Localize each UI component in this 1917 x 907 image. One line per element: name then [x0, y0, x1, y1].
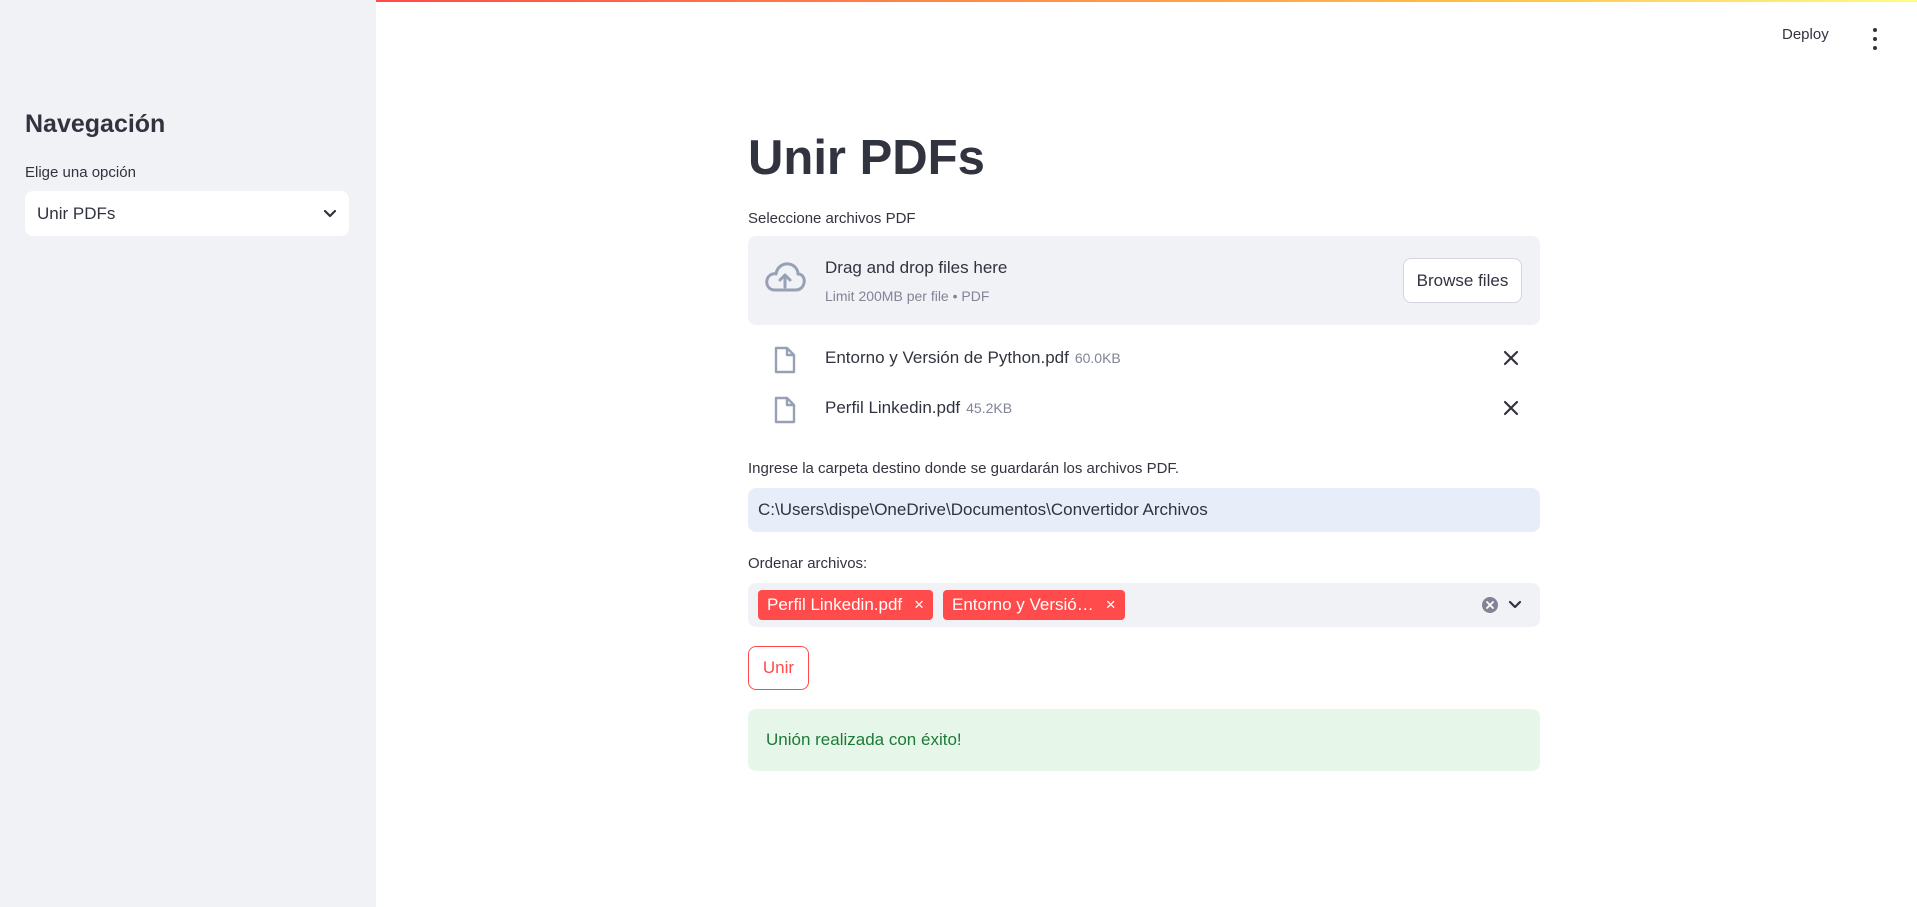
dropzone-limit: Limit 200MB per file • PDF — [825, 288, 990, 304]
option-select[interactable]: Unir PDFs — [25, 191, 349, 236]
select-label: Elige una opción — [25, 164, 136, 181]
file-icon — [774, 346, 796, 379]
file-size: 45.2KB — [966, 400, 1013, 416]
folder-path-input[interactable] — [748, 488, 1540, 532]
order-tag-label: Entorno y Versió… — [952, 595, 1094, 614]
uploaded-file-name: Entorno y Versión de Python.pdf 60.0KB — [825, 348, 1121, 368]
sidebar-title: Navegación — [25, 110, 166, 138]
close-icon[interactable] — [1503, 400, 1519, 421]
close-icon[interactable] — [1503, 350, 1519, 371]
file-name-text: Entorno y Versión de Python.pdf — [825, 348, 1069, 367]
uploader-label: Seleccione archivos PDF — [748, 210, 916, 227]
order-label: Ordenar archivos: — [748, 555, 868, 572]
deploy-button[interactable]: Deploy — [1782, 26, 1829, 43]
uploaded-file-row: Perfil Linkedin.pdf 45.2KB — [748, 392, 1540, 428]
unir-button[interactable]: Unir — [748, 646, 809, 690]
file-icon — [774, 396, 796, 429]
tag-remove-button[interactable]: × — [914, 595, 924, 615]
dropzone-title: Drag and drop files here — [825, 258, 1008, 277]
chevron-down-icon[interactable] — [1508, 597, 1522, 615]
file-size: 60.0KB — [1074, 350, 1121, 366]
page-title: Unir PDFs — [748, 131, 985, 185]
tag-remove-button[interactable]: × — [1106, 595, 1116, 615]
more-vert-icon[interactable] — [1868, 28, 1882, 50]
uploaded-file-row: Entorno y Versión de Python.pdf 60.0KB — [748, 342, 1540, 378]
file-name-text: Perfil Linkedin.pdf — [825, 398, 961, 417]
option-select-value: Unir PDFs — [37, 203, 116, 223]
order-tag-label: Perfil Linkedin.pdf — [767, 595, 903, 614]
success-alert: Unión realizada con éxito! — [748, 709, 1540, 771]
order-tag: Perfil Linkedin.pdf × — [758, 590, 934, 620]
chevron-down-icon — [323, 209, 337, 219]
cloud-upload-icon — [764, 260, 806, 301]
browse-files-button[interactable]: Browse files — [1403, 258, 1522, 303]
uploaded-file-name: Perfil Linkedin.pdf 45.2KB — [825, 398, 1012, 418]
clear-circle-icon[interactable] — [1481, 596, 1499, 619]
top-decoration-bar — [376, 0, 1917, 2]
file-dropzone[interactable]: Drag and drop files here Limit 200MB per… — [748, 236, 1540, 325]
sidebar: Navegación Elige una opción Unir PDFs — [0, 0, 376, 907]
order-tag: Entorno y Versió… × — [943, 590, 1125, 620]
folder-label: Ingrese la carpeta destino donde se guar… — [748, 460, 1180, 477]
order-multiselect[interactable]: Perfil Linkedin.pdf × Entorno y Versió… … — [748, 583, 1540, 627]
